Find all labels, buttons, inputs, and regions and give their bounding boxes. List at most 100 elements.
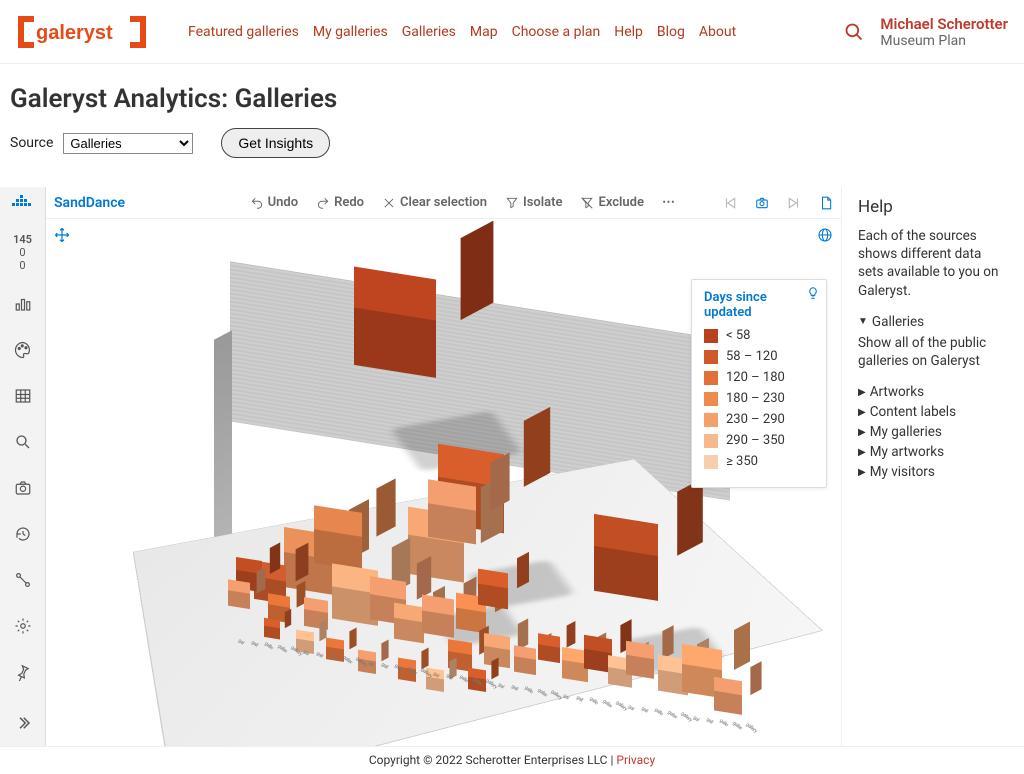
data-cube[interactable]: [514, 647, 536, 669]
nav-blog[interactable]: Blog: [657, 24, 685, 40]
legend-item[interactable]: 58 – 120: [704, 349, 814, 364]
legend-swatch: [704, 455, 718, 469]
user-name: Michael Scherotter: [880, 15, 1008, 33]
user-menu[interactable]: Michael Scherotter Museum Plan: [880, 15, 1008, 49]
prev-snapshot-icon[interactable]: [723, 196, 737, 210]
help-heading: Help: [858, 197, 1010, 217]
scene-3d: galgallgallegallergallerygalgallgallegal…: [118, 239, 778, 729]
controls-row: Source Galleries Get Insights: [10, 128, 1014, 158]
legend-label: ≥ 350: [726, 454, 758, 469]
help-item[interactable]: ▶My galleries: [858, 424, 1010, 440]
nav-help[interactable]: Help: [614, 24, 643, 40]
legend-title: Days since updated: [704, 290, 814, 320]
main-nav: Featured galleries My galleries Gallerie…: [188, 24, 844, 40]
expand-icon[interactable]: [6, 706, 40, 740]
legend-swatch: [704, 413, 718, 427]
settings-icon[interactable]: [6, 609, 40, 643]
sanddance-brand[interactable]: SandDance: [54, 195, 125, 211]
legend-item[interactable]: < 58: [704, 328, 814, 343]
color-icon[interactable]: [6, 333, 40, 367]
undo-button[interactable]: Undo: [250, 195, 298, 210]
data-cube[interactable]: [422, 597, 454, 629]
more-icon[interactable]: ⋯: [662, 195, 675, 210]
search-tool-icon[interactable]: [6, 425, 40, 459]
title-area: Galeryst Analytics: Galleries Source Gal…: [0, 64, 1024, 162]
isolate-button[interactable]: Isolate: [505, 195, 563, 210]
pin-icon[interactable]: [6, 655, 40, 689]
globe-icon[interactable]: [817, 227, 833, 247]
nav-featured-galleries[interactable]: Featured galleries: [188, 24, 299, 40]
help-panel: Help Each of the sources shows different…: [842, 187, 1024, 746]
legend-item[interactable]: ≥ 350: [704, 454, 814, 469]
sanddance-main: SandDance Undo Redo Clear selection Isol…: [46, 187, 842, 746]
legend-swatch: [704, 329, 718, 343]
data-cube[interactable]: [354, 273, 436, 355]
legend-item[interactable]: 290 – 350: [704, 433, 814, 448]
app-header: galeryst Featured galleries My galleries…: [0, 0, 1024, 64]
sanddance-container: 145 0 0 SandDance Undo Redo Clear select…: [0, 186, 1024, 746]
data-cube[interactable]: [478, 571, 508, 601]
chart-type-icon[interactable]: [6, 287, 40, 321]
lightbulb-icon[interactable]: [806, 286, 820, 304]
legend-item[interactable]: 180 – 230: [704, 391, 814, 406]
document-icon[interactable]: [819, 196, 833, 210]
legend-label: < 58: [726, 328, 750, 343]
help-item[interactable]: ▶Content labels: [858, 404, 1010, 420]
exclude-button[interactable]: Exclude: [580, 195, 644, 210]
nav-my-galleries[interactable]: My galleries: [313, 24, 388, 40]
data-cube[interactable]: [428, 483, 476, 531]
clear-selection-button[interactable]: Clear selection: [382, 195, 487, 210]
legend-item[interactable]: 230 – 290: [704, 412, 814, 427]
svg-text:galeryst: galeryst: [36, 22, 113, 44]
nav-choose-plan[interactable]: Choose a plan: [512, 24, 601, 40]
data-cube[interactable]: [594, 519, 658, 583]
sanddance-sidebar: 145 0 0: [0, 187, 46, 746]
help-galleries-desc: Show all of the public galleries on Gale…: [858, 334, 1010, 370]
legend-swatch: [704, 392, 718, 406]
camera-icon[interactable]: [755, 196, 769, 210]
help-item[interactable]: ▶Artworks: [858, 384, 1010, 400]
help-item-galleries[interactable]: ▼Galleries: [858, 314, 1010, 330]
source-label: Source: [10, 135, 53, 151]
legend-swatch: [704, 350, 718, 364]
data-cube[interactable]: [626, 643, 654, 671]
next-snapshot-icon[interactable]: [787, 196, 801, 210]
brand-logo[interactable]: galeryst: [16, 14, 148, 50]
help-intro: Each of the sources shows different data…: [858, 227, 1010, 300]
snapshot-icon[interactable]: [6, 471, 40, 505]
help-item[interactable]: ▶My artworks: [858, 444, 1010, 460]
nav-map[interactable]: Map: [470, 24, 498, 40]
header-right: Michael Scherotter Museum Plan: [844, 15, 1008, 49]
help-item[interactable]: ▶My visitors: [858, 464, 1010, 480]
nav-about[interactable]: About: [699, 24, 736, 40]
data-cube[interactable]: [314, 509, 362, 557]
search-icon[interactable]: [844, 22, 864, 42]
history-icon[interactable]: [6, 517, 40, 551]
user-plan: Museum Plan: [880, 33, 1008, 49]
data-cube[interactable]: [264, 619, 280, 635]
legend-label: 230 – 290: [726, 412, 785, 427]
data-cube[interactable]: [538, 635, 560, 657]
sanddance-toolbar: SandDance Undo Redo Clear selection Isol…: [46, 187, 841, 219]
data-cube[interactable]: [714, 679, 742, 707]
get-insights-button[interactable]: Get Insights: [221, 128, 330, 158]
legend-item[interactable]: 120 – 180: [704, 370, 814, 385]
sanddance-logo-icon[interactable]: [12, 193, 34, 219]
legend-swatch: [704, 371, 718, 385]
transition-icon[interactable]: [6, 563, 40, 597]
legend-label: 120 – 180: [726, 370, 785, 385]
chart-canvas[interactable]: galgallgallegallergallerygalgallgallegal…: [46, 219, 841, 746]
privacy-link[interactable]: Privacy: [616, 753, 655, 767]
data-grid-icon[interactable]: [6, 379, 40, 413]
page-title: Galeryst Analytics: Galleries: [10, 84, 1014, 114]
source-select[interactable]: Galleries: [63, 133, 193, 154]
data-cube[interactable]: [228, 581, 250, 603]
data-cube[interactable]: [296, 631, 314, 649]
move-icon[interactable]: [54, 227, 70, 247]
redo-button[interactable]: Redo: [316, 195, 364, 210]
legend-label: 58 – 120: [726, 349, 778, 364]
data-cube[interactable]: [394, 605, 424, 635]
logo-icon: galeryst: [16, 14, 148, 50]
nav-galleries[interactable]: Galleries: [402, 24, 456, 40]
legend-label: 290 – 350: [726, 433, 785, 448]
